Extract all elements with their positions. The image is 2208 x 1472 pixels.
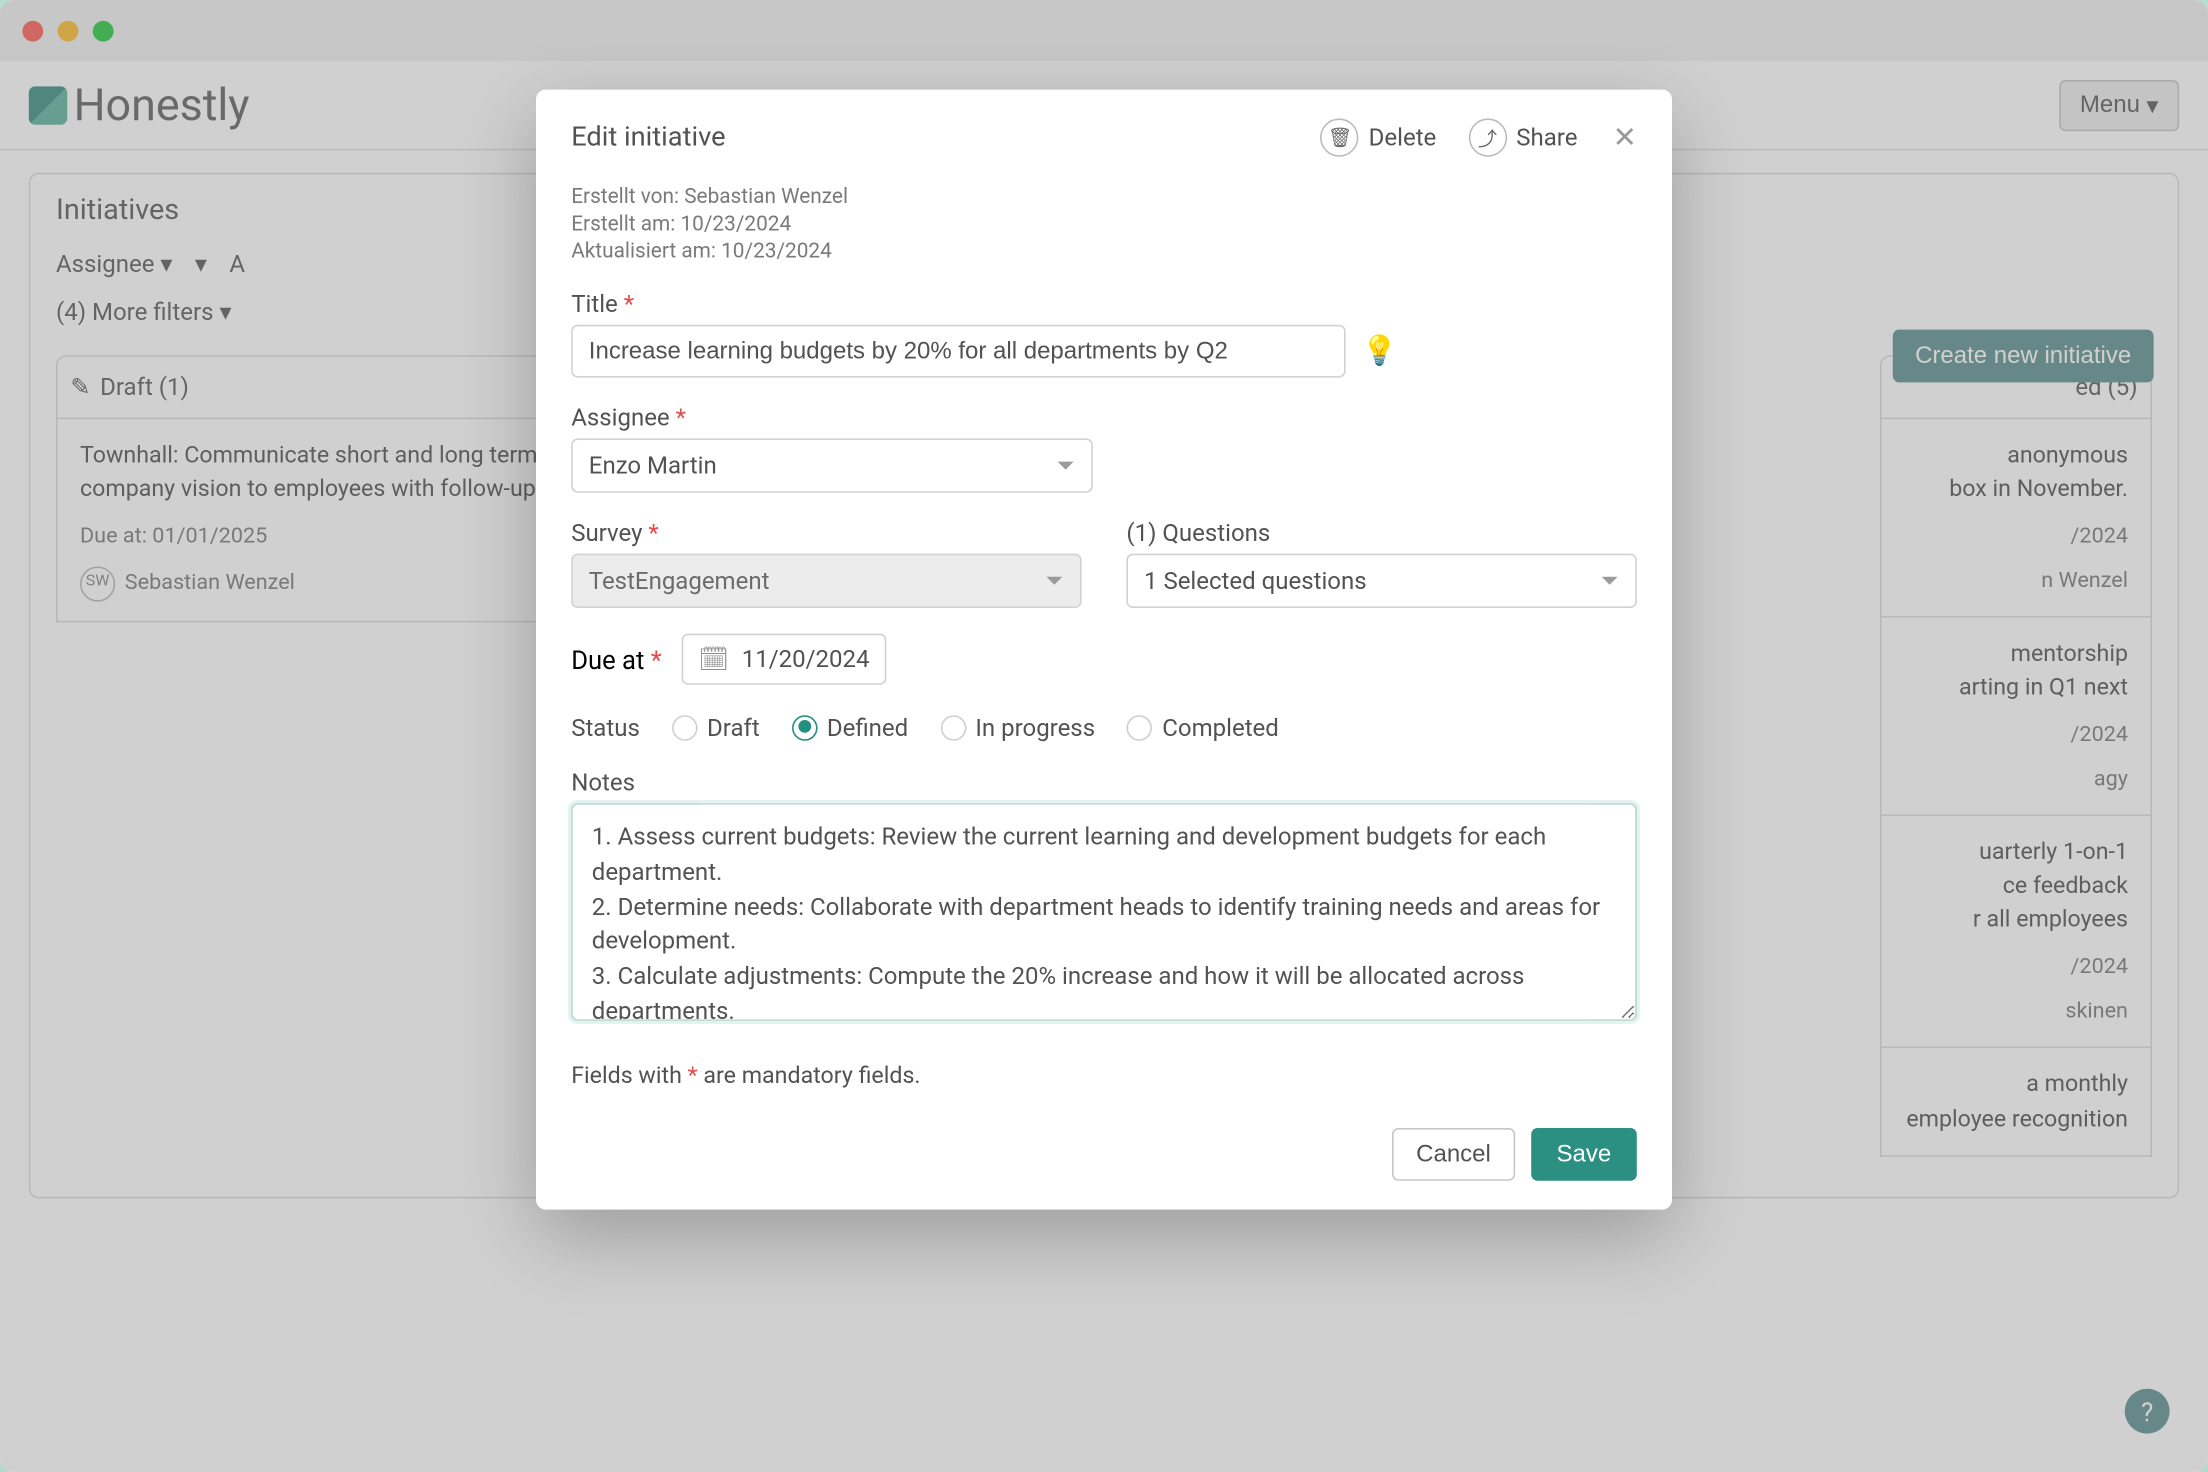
meta-created-at: Erstellt am: 10/23/2024 — [571, 213, 1637, 237]
chevron-down-icon: ▾ — [2146, 90, 2158, 119]
notes-label: Notes — [571, 768, 1637, 797]
logo-icon — [29, 86, 67, 124]
questions-label: (1) Questions — [1126, 518, 1636, 547]
help-button[interactable]: ? — [2125, 1389, 2170, 1434]
survey-label: Survey * — [571, 518, 1081, 547]
notes-textarea[interactable] — [571, 803, 1637, 1021]
tools-icon: ✎ — [70, 373, 90, 402]
window-titlebar — [0, 0, 2208, 61]
avatar: SW — [80, 566, 115, 601]
chevron-down-icon: ▾ — [160, 250, 172, 279]
status-draft-radio[interactable]: Draft — [672, 714, 760, 743]
initiative-card[interactable]: uarterly 1-on-1 ce feedback r all employ… — [1880, 817, 2152, 1049]
modal-footer: Cancel Save — [536, 1112, 1672, 1210]
survey-select: TestEngagement — [571, 554, 1081, 608]
modal-title: Edit initiative — [571, 122, 725, 154]
share-button[interactable]: ⤴ Share — [1468, 118, 1577, 156]
questions-select[interactable]: 1 Selected questions — [1126, 554, 1636, 608]
initiative-card[interactable]: mentorship arting in Q1 next /2024 agy — [1880, 618, 2152, 817]
status-row: Status Draft Defined In progress Complet… — [571, 714, 1637, 743]
status-inprogress-radio[interactable]: In progress — [940, 714, 1095, 743]
initiative-card[interactable]: a monthly employee recognition — [1880, 1049, 2152, 1156]
share-icon: ⤴ — [1468, 118, 1506, 156]
menu-label: Menu — [2080, 91, 2140, 118]
assignee-label: Assignee * — [571, 403, 1637, 432]
filter-assignee[interactable]: Assignee ▾ — [56, 250, 172, 279]
close-icon[interactable]: ✕ — [1613, 121, 1637, 155]
edit-initiative-modal: Edit initiative 🗑 Delete ⤴ Share ✕ Erste… — [536, 90, 1672, 1210]
due-label: Due at * — [571, 644, 662, 674]
window-close-dot[interactable] — [22, 20, 43, 41]
meta-updated-at: Aktualisiert am: 10/23/2024 — [571, 240, 1637, 264]
title-label: Title * — [571, 290, 1637, 319]
status-defined-radio[interactable]: Defined — [792, 714, 909, 743]
title-input[interactable] — [571, 325, 1345, 378]
chevron-down-icon[interactable]: ▾ — [195, 250, 207, 279]
mandatory-note: Fields with * are mandatory fields. — [571, 1062, 1637, 1089]
modal-actions: 🗑 Delete ⤴ Share ✕ — [1321, 118, 1637, 156]
status-label: Status — [571, 714, 640, 743]
owner-name: Sebastian Wenzel — [125, 568, 295, 599]
menu-button[interactable]: Menu ▾ — [2059, 79, 2179, 130]
initiative-card[interactable]: anonymous box in November. /2024 n Wenze… — [1880, 419, 2152, 618]
assignee-select[interactable]: Enzo Martin — [571, 438, 1093, 492]
brand-logo: Honestly — [29, 78, 250, 131]
status-completed-radio[interactable]: Completed — [1127, 714, 1279, 743]
logo-text: Honestly — [74, 78, 250, 131]
filter-generic[interactable]: A — [229, 250, 245, 279]
calendar-icon: 🗓 — [699, 645, 729, 674]
save-button[interactable]: Save — [1531, 1128, 1637, 1181]
chevron-down-icon: ▾ — [219, 298, 231, 327]
app-window: Honestly Menu ▾ Initiatives Assignee ▾ ▾… — [0, 0, 2208, 1472]
lightbulb-icon[interactable]: 💡 — [1362, 334, 1398, 368]
cancel-button[interactable]: Cancel — [1392, 1128, 1515, 1181]
window-zoom-dot[interactable] — [93, 20, 114, 41]
column-completed: ed (5) anonymous box in November. /2024 … — [1880, 355, 2152, 1181]
delete-button[interactable]: 🗑 Delete — [1321, 118, 1437, 156]
trash-icon: 🗑 — [1321, 118, 1359, 156]
window-minimize-dot[interactable] — [58, 20, 79, 41]
meta-created-by: Erstellt von: Sebastian Wenzel — [571, 186, 1637, 210]
due-date-input[interactable]: 🗓 11/20/2024 — [681, 634, 887, 685]
modal-body: Erstellt von: Sebastian Wenzel Erstellt … — [536, 179, 1672, 1112]
modal-header: Edit initiative 🗑 Delete ⤴ Share ✕ — [536, 90, 1672, 180]
create-initiative-button[interactable]: Create new initiative — [1893, 330, 2154, 383]
